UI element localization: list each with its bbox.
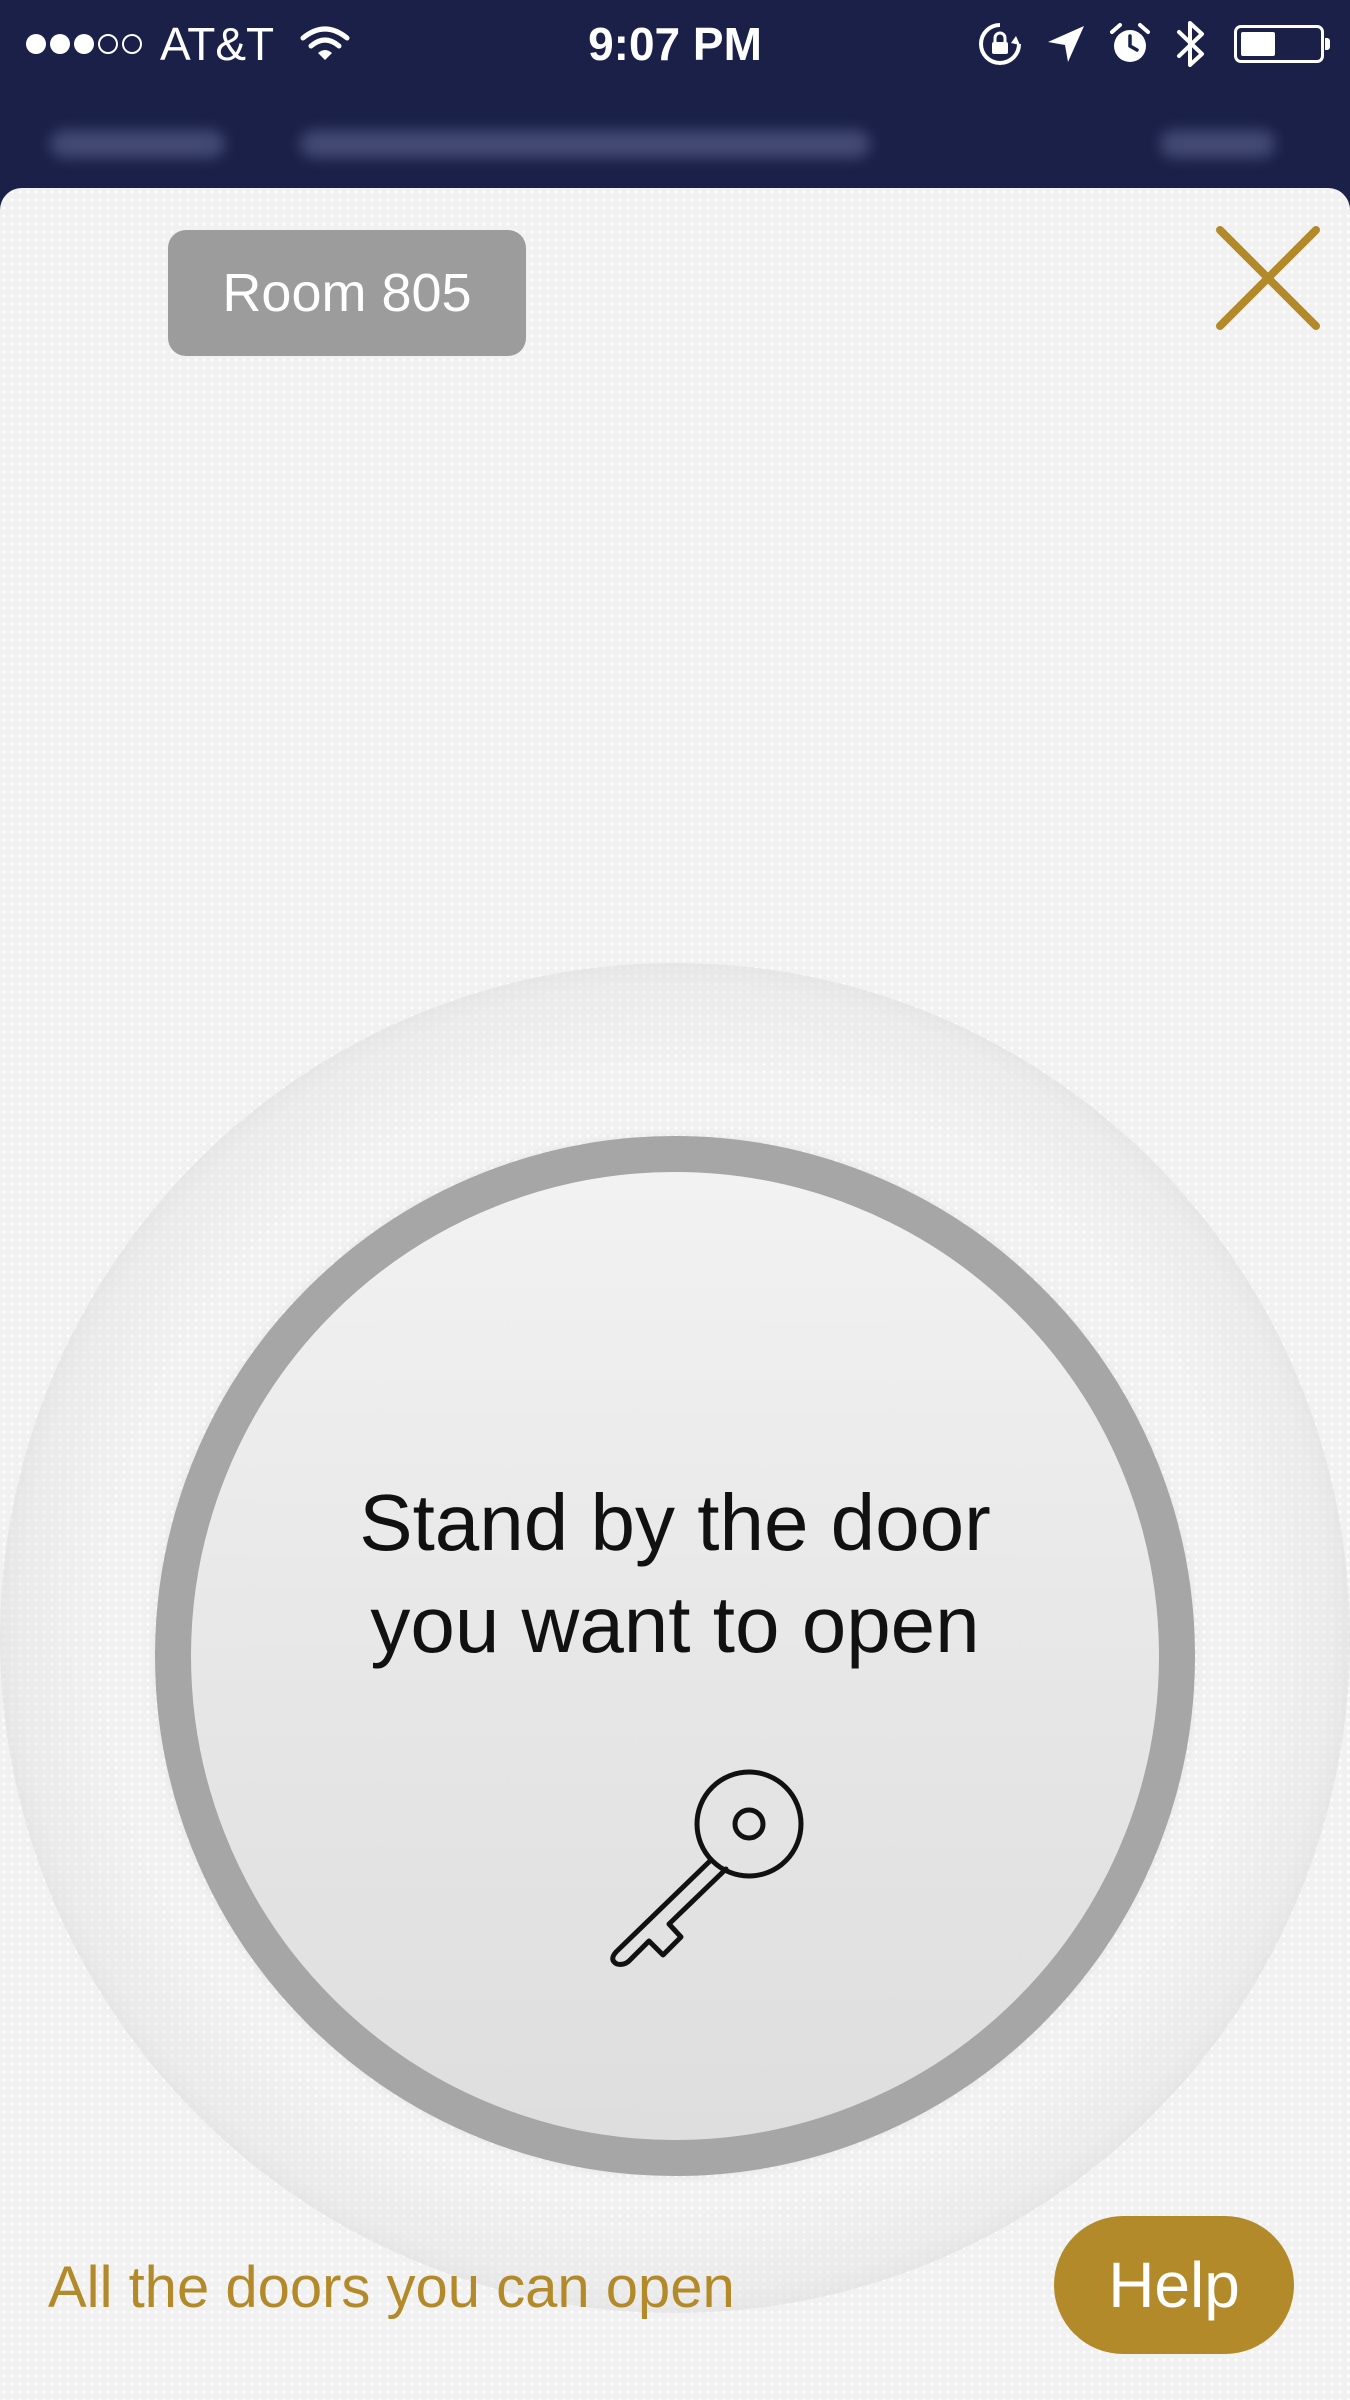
battery-nub (1325, 38, 1330, 50)
status-bar: AT&T 9:07 PM (0, 0, 1350, 90)
status-right (954, 16, 1330, 72)
close-icon (1216, 226, 1320, 330)
unlock-circle[interactable]: Stand by the door you want to open (155, 1136, 1195, 2176)
help-button[interactable]: Help (1054, 2216, 1294, 2354)
bluetooth-icon (1177, 21, 1204, 67)
close-button[interactable] (1212, 222, 1324, 334)
alarm-icon (1110, 23, 1150, 62)
unlock-sheet: Room 805 Stand by the door you want to o… (0, 188, 1350, 2400)
instruction-line-1: Stand by the door (359, 1478, 991, 1567)
instruction-line-2: you want to open (370, 1580, 980, 1669)
battery-fill (1241, 32, 1276, 56)
battery-icon (1234, 25, 1330, 63)
background-nav-blurred (0, 90, 1350, 200)
rotation-lock-icon (979, 23, 1021, 65)
key-icon (610, 1769, 804, 1967)
location-icon (1048, 26, 1084, 62)
screen: AT&T 9:07 PM Room 805 Stand by the door … (0, 0, 1350, 2400)
instruction-text: Stand by the door you want to open (231, 1472, 1119, 1676)
all-doors-link[interactable]: All the doors you can open (48, 2256, 735, 2320)
room-label: Room 805 (168, 230, 526, 356)
